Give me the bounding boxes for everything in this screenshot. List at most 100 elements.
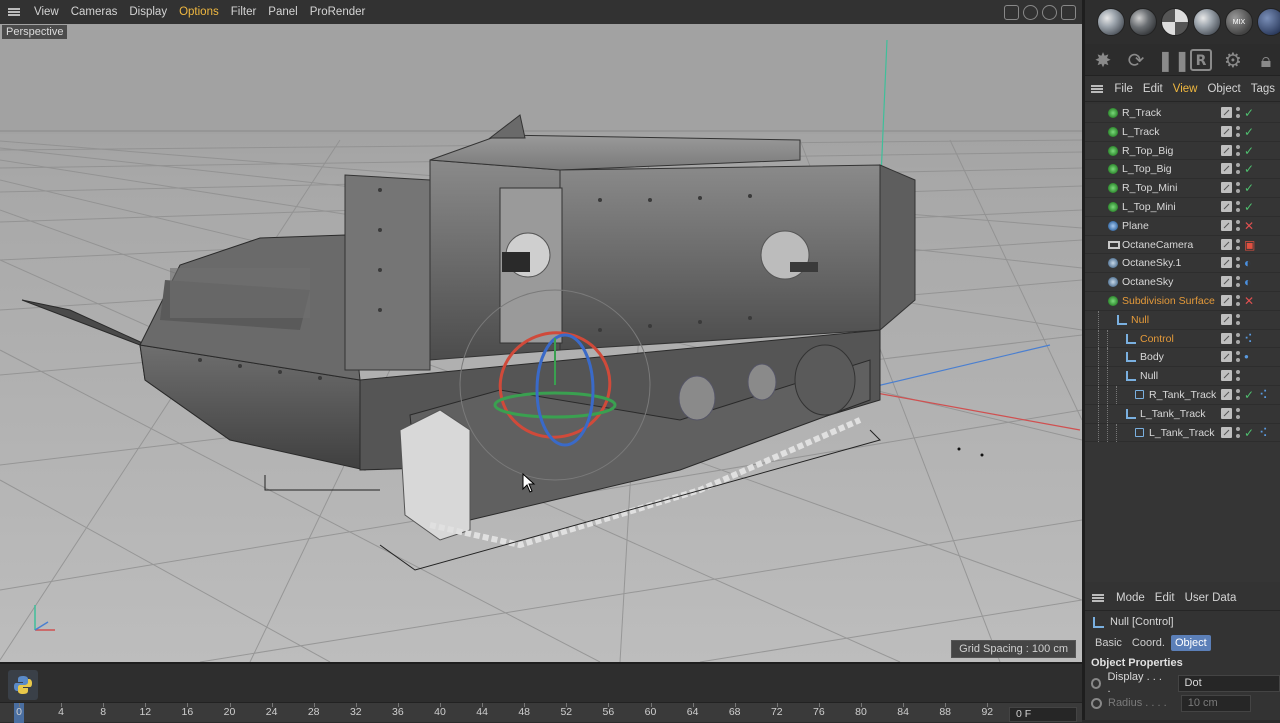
- object-name[interactable]: OctaneSky.1: [1122, 254, 1181, 272]
- visibility-dots-icon[interactable]: [1236, 407, 1240, 420]
- object-name[interactable]: L_Top_Big: [1122, 160, 1172, 178]
- radius-animate-toggle[interactable]: [1091, 697, 1102, 709]
- object-row[interactable]: L_Tank_Track: [1085, 404, 1280, 424]
- layer-toggle-icon[interactable]: [1221, 276, 1232, 288]
- object-name[interactable]: R_Top_Big: [1122, 142, 1173, 160]
- object-name[interactable]: R_Tank_Track: [1149, 386, 1216, 404]
- visibility-dots-icon[interactable]: [1236, 107, 1240, 119]
- layer-toggle-icon[interactable]: [1221, 407, 1232, 419]
- om-menu-object[interactable]: Object: [1202, 76, 1245, 102]
- visibility-dots-icon[interactable]: [1236, 351, 1240, 363]
- layer-toggle-icon[interactable]: [1221, 257, 1232, 269]
- object-name[interactable]: OctaneCamera: [1122, 236, 1193, 254]
- gear-icon[interactable]: ✸: [1091, 48, 1115, 72]
- layer-toggle-icon[interactable]: [1221, 388, 1232, 400]
- python-icon[interactable]: [8, 670, 38, 700]
- object-name[interactable]: Plane: [1122, 217, 1149, 235]
- menu-filter[interactable]: Filter: [225, 0, 263, 24]
- object-row[interactable]: L_Top_Big ✓: [1085, 160, 1280, 180]
- render-icon[interactable]: R: [1190, 48, 1212, 71]
- om-menu-view[interactable]: View: [1168, 76, 1203, 102]
- visibility-dots-icon[interactable]: [1236, 257, 1240, 269]
- object-row[interactable]: OctaneSky ◐: [1085, 273, 1280, 292]
- viewport-menu-icon[interactable]: [0, 0, 28, 24]
- object-row[interactable]: L_Track ✓: [1085, 123, 1280, 142]
- material-ball-icon[interactable]: [1161, 8, 1189, 36]
- layer-toggle-icon[interactable]: [1221, 351, 1232, 363]
- object-name[interactable]: L_Tank_Track: [1140, 405, 1206, 423]
- menu-cameras[interactable]: Cameras: [65, 0, 124, 24]
- object-manager-menu-icon[interactable]: [1085, 76, 1109, 102]
- viewport[interactable]: View Cameras Display Options Filter Pane…: [0, 0, 1082, 662]
- material-ball-icon[interactable]: [1129, 8, 1157, 36]
- object-name[interactable]: Null: [1131, 311, 1149, 329]
- rotate-view-icon[interactable]: [1042, 4, 1057, 20]
- object-name[interactable]: L_Tank_Track: [1149, 424, 1215, 442]
- layer-toggle-icon[interactable]: [1221, 200, 1232, 212]
- object-row[interactable]: L_Tank_Track ✓ ⠪: [1085, 423, 1280, 443]
- object-row[interactable]: R_Top_Big ✓: [1085, 142, 1280, 161]
- object-row[interactable]: R_Tank_Track ✓ ⠪: [1085, 385, 1280, 405]
- object-name[interactable]: R_Top_Mini: [1122, 179, 1177, 197]
- layer-toggle-icon[interactable]: [1221, 125, 1232, 137]
- om-menu-edit[interactable]: Edit: [1138, 76, 1168, 102]
- object-row[interactable]: OctaneCamera ▣: [1085, 236, 1280, 255]
- visibility-dots-icon[interactable]: [1236, 370, 1240, 382]
- layer-toggle-icon[interactable]: [1221, 238, 1232, 250]
- visibility-dots-icon[interactable]: [1236, 219, 1240, 232]
- layer-toggle-icon[interactable]: [1221, 107, 1232, 118]
- object-row[interactable]: Plane ✕: [1085, 217, 1280, 236]
- object-row[interactable]: Subdivision Surface ✕: [1085, 292, 1280, 311]
- object-name[interactable]: Control: [1140, 330, 1174, 348]
- camera-label[interactable]: Perspective: [2, 25, 68, 39]
- object-name[interactable]: L_Top_Mini: [1122, 198, 1176, 216]
- refresh-icon[interactable]: ⟳: [1124, 48, 1148, 72]
- layer-toggle-icon[interactable]: [1221, 144, 1232, 156]
- zoom-view-icon[interactable]: [1023, 4, 1038, 20]
- lock-icon[interactable]: 🔒︎: [1254, 48, 1278, 72]
- layer-toggle-icon[interactable]: [1221, 163, 1232, 175]
- object-row[interactable]: Control ⠪: [1085, 329, 1280, 349]
- tab-basic[interactable]: Basic: [1091, 635, 1126, 651]
- visibility-dots-icon[interactable]: [1236, 200, 1240, 213]
- maximize-view-icon[interactable]: [1061, 4, 1076, 20]
- attribute-menu-icon[interactable]: [1085, 585, 1111, 611]
- visibility-dots-icon[interactable]: [1236, 313, 1240, 326]
- timeline-ruler[interactable]: 0 4 8 12 16 20 24 28 32 36 40 44 48 52 56 60 64 68 72 76 80 8…: [0, 702, 1082, 723]
- object-row[interactable]: Body ●: [1085, 348, 1280, 368]
- tab-object[interactable]: Object: [1170, 635, 1211, 651]
- attr-menu-edit[interactable]: Edit: [1150, 585, 1180, 611]
- layer-toggle-icon[interactable]: [1221, 219, 1232, 231]
- visibility-dots-icon[interactable]: [1236, 182, 1240, 194]
- layer-toggle-icon[interactable]: [1221, 313, 1232, 325]
- menu-view[interactable]: View: [28, 0, 65, 24]
- attr-menu-user-data[interactable]: User Data: [1180, 585, 1242, 611]
- display-animate-toggle[interactable]: [1091, 677, 1102, 689]
- layer-toggle-icon[interactable]: [1221, 182, 1232, 194]
- om-menu-file[interactable]: File: [1109, 76, 1138, 102]
- visibility-dots-icon[interactable]: [1236, 294, 1240, 307]
- layer-toggle-icon[interactable]: [1221, 370, 1232, 382]
- menu-panel[interactable]: Panel: [262, 0, 303, 24]
- object-row[interactable]: Null: [1085, 367, 1280, 386]
- object-name[interactable]: R_Track: [1122, 104, 1161, 122]
- menu-options[interactable]: Options: [173, 0, 225, 24]
- object-name[interactable]: Body: [1140, 348, 1164, 366]
- radius-field[interactable]: 10 cm: [1180, 694, 1251, 712]
- attr-menu-mode[interactable]: Mode: [1111, 585, 1150, 611]
- om-menu-tags[interactable]: Tags: [1246, 76, 1280, 102]
- pause-icon[interactable]: ❚❚: [1157, 48, 1191, 72]
- layer-toggle-icon[interactable]: [1221, 332, 1232, 344]
- visibility-dots-icon[interactable]: [1236, 144, 1240, 157]
- visibility-dots-icon[interactable]: [1236, 426, 1240, 439]
- object-row[interactable]: L_Top_Mini ✓: [1085, 198, 1280, 217]
- object-name[interactable]: L_Track: [1122, 123, 1160, 141]
- visibility-dots-icon[interactable]: [1236, 388, 1240, 401]
- blend-material-icon[interactable]: [1257, 8, 1280, 36]
- 3d-scene[interactable]: [0, 24, 1082, 662]
- object-name[interactable]: Subdivision Surface: [1122, 292, 1215, 310]
- object-row[interactable]: Null: [1085, 310, 1280, 330]
- visibility-dots-icon[interactable]: [1236, 238, 1240, 251]
- object-name[interactable]: OctaneSky: [1122, 273, 1173, 291]
- menu-prorender[interactable]: ProRender: [304, 0, 372, 24]
